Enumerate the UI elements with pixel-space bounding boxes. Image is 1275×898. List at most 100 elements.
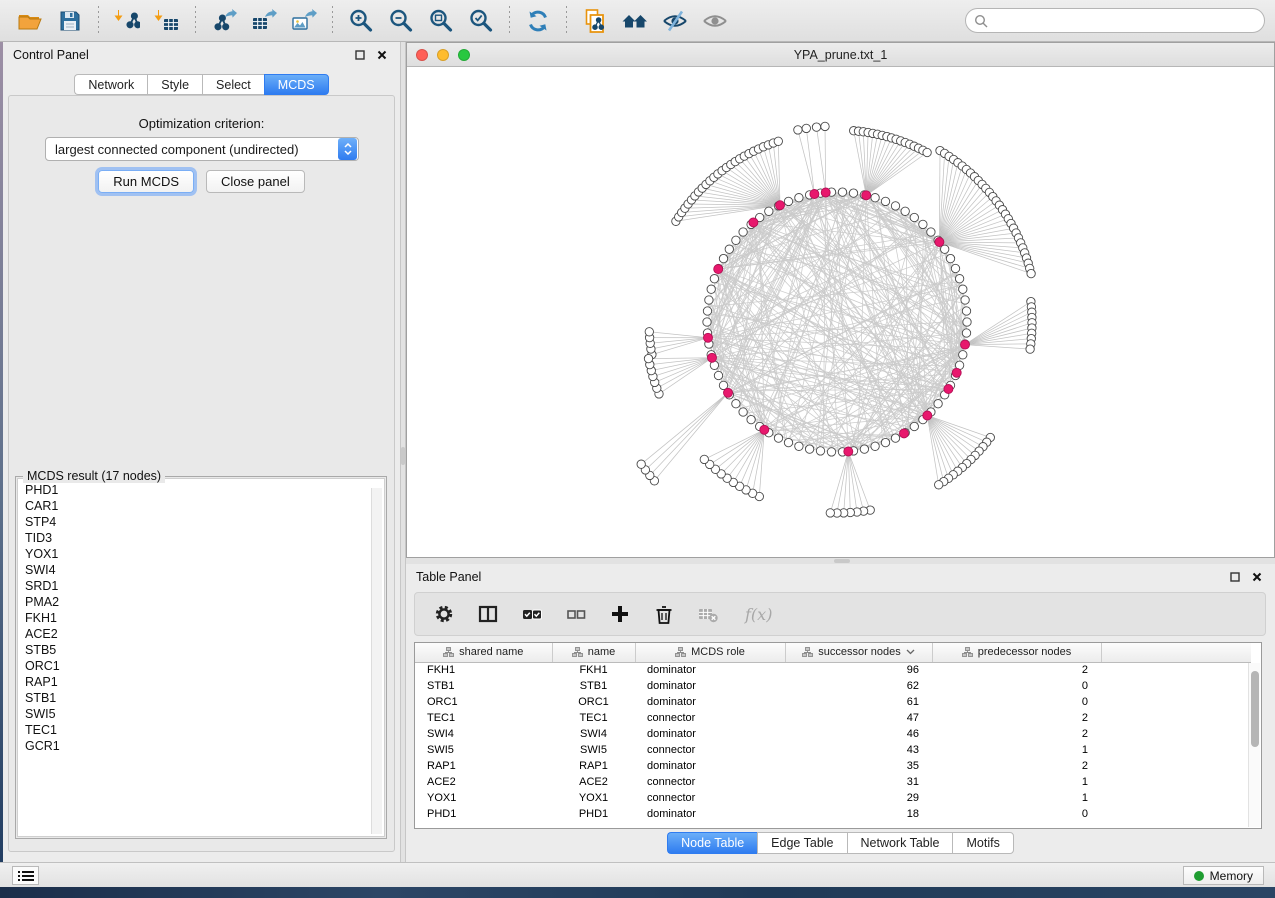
open-file-button[interactable]: [12, 5, 48, 37]
table-row[interactable]: ORC1ORC1dominator610: [415, 694, 1251, 710]
mcds-result-item[interactable]: FKH1: [25, 610, 384, 626]
table-cell[interactable]: ACE2: [415, 774, 552, 790]
table-row[interactable]: SWI5SWI5connector431: [415, 742, 1251, 758]
table-cell[interactable]: STB1: [415, 678, 552, 694]
mcds-result-item[interactable]: ORC1: [25, 658, 384, 674]
table-cell[interactable]: connector: [635, 710, 785, 726]
run-mcds-button[interactable]: Run MCDS: [98, 170, 194, 193]
table-cell[interactable]: 1: [932, 774, 1101, 790]
console-button[interactable]: [12, 866, 39, 885]
table-cell[interactable]: 35: [785, 758, 932, 774]
table-cell[interactable]: dominator: [635, 694, 785, 710]
mcds-result-item[interactable]: SWI5: [25, 706, 384, 722]
add-column-button[interactable]: [605, 599, 635, 629]
search-input[interactable]: [988, 14, 1256, 28]
close-icon[interactable]: [374, 47, 390, 63]
table-cell[interactable]: [1101, 694, 1251, 710]
table-scrollbar[interactable]: [1248, 663, 1260, 827]
table-cell[interactable]: STB1: [552, 678, 635, 694]
table-row[interactable]: ACE2ACE2connector311: [415, 774, 1251, 790]
table-cell[interactable]: [1101, 662, 1251, 678]
close-panel-button[interactable]: Close panel: [206, 170, 305, 193]
column-header-successor-nodes[interactable]: successor nodes: [785, 643, 932, 662]
deselect-all-button[interactable]: [561, 599, 591, 629]
mcds-result-item[interactable]: GCR1: [25, 738, 384, 754]
table-cell[interactable]: [1101, 806, 1251, 822]
table-cell[interactable]: dominator: [635, 758, 785, 774]
table-cell[interactable]: RAP1: [552, 758, 635, 774]
import-table-button[interactable]: [149, 5, 185, 37]
mcds-result-item[interactable]: SWI4: [25, 562, 384, 578]
mcds-result-item[interactable]: CAR1: [25, 498, 384, 514]
search-box[interactable]: [965, 8, 1265, 33]
table-cell[interactable]: ORC1: [415, 694, 552, 710]
table-cell[interactable]: dominator: [635, 678, 785, 694]
table-cell[interactable]: dominator: [635, 806, 785, 822]
mcds-result-item[interactable]: STB1: [25, 690, 384, 706]
table-cell[interactable]: ACE2: [552, 774, 635, 790]
tab-style[interactable]: Style: [147, 74, 202, 95]
zoom-fit-button[interactable]: [423, 5, 459, 37]
table-cell[interactable]: connector: [635, 790, 785, 806]
float-icon[interactable]: [1227, 569, 1243, 585]
table-cell[interactable]: [1101, 742, 1251, 758]
table-cell[interactable]: RAP1: [415, 758, 552, 774]
zoom-out-button[interactable]: [383, 5, 419, 37]
mcds-result-item[interactable]: PMA2: [25, 594, 384, 610]
table-cell[interactable]: [1101, 790, 1251, 806]
table-cell[interactable]: ORC1: [552, 694, 635, 710]
mcds-result-item[interactable]: RAP1: [25, 674, 384, 690]
mcds-result-item[interactable]: SRD1: [25, 578, 384, 594]
table-cell[interactable]: 0: [932, 806, 1101, 822]
tab-node-table[interactable]: Node Table: [667, 832, 757, 854]
table-cell[interactable]: PHD1: [552, 806, 635, 822]
tab-mcds[interactable]: MCDS: [264, 74, 329, 95]
memory-button[interactable]: Memory: [1183, 866, 1264, 885]
table-cell[interactable]: 18: [785, 806, 932, 822]
network-canvas[interactable]: [407, 67, 1274, 557]
table-cell[interactable]: YOX1: [415, 790, 552, 806]
tab-select[interactable]: Select: [202, 74, 264, 95]
mcds-result-item[interactable]: PHD1: [25, 482, 384, 498]
table-cell[interactable]: 0: [932, 678, 1101, 694]
table-cell[interactable]: connector: [635, 742, 785, 758]
mcds-result-item[interactable]: STB5: [25, 642, 384, 658]
table-row[interactable]: RAP1RAP1dominator352: [415, 758, 1251, 774]
table-row[interactable]: SWI4SWI4dominator462: [415, 726, 1251, 742]
column-header-predecessor-nodes[interactable]: predecessor nodes: [932, 643, 1101, 662]
table-settings-button[interactable]: [429, 599, 459, 629]
table-cell[interactable]: 47: [785, 710, 932, 726]
table-cell[interactable]: SWI5: [415, 742, 552, 758]
mcds-result-item[interactable]: ACE2: [25, 626, 384, 642]
table-cell[interactable]: 2: [932, 710, 1101, 726]
show-all-button[interactable]: [697, 5, 733, 37]
table-row[interactable]: FKH1FKH1dominator962: [415, 662, 1251, 678]
mcds-result-item[interactable]: TEC1: [25, 722, 384, 738]
show-columns-button[interactable]: [473, 599, 503, 629]
table-cell[interactable]: FKH1: [552, 662, 635, 678]
table-cell[interactable]: [1101, 774, 1251, 790]
table-cell[interactable]: dominator: [635, 662, 785, 678]
column-header-MCDS-role[interactable]: MCDS role: [635, 643, 785, 662]
table-row[interactable]: PHD1PHD1dominator180: [415, 806, 1251, 822]
tab-network[interactable]: Network: [74, 74, 147, 95]
table-row[interactable]: YOX1YOX1connector291: [415, 790, 1251, 806]
table-cell[interactable]: YOX1: [552, 790, 635, 806]
tab-motifs[interactable]: Motifs: [952, 832, 1013, 854]
mcds-result-item[interactable]: YOX1: [25, 546, 384, 562]
select-all-button[interactable]: [517, 599, 547, 629]
table-cell[interactable]: 1: [932, 742, 1101, 758]
table-cell[interactable]: 46: [785, 726, 932, 742]
table-cell[interactable]: 43: [785, 742, 932, 758]
mcds-list-scrollbar[interactable]: [371, 488, 382, 834]
table-cell[interactable]: 2: [932, 726, 1101, 742]
table-cell[interactable]: TEC1: [415, 710, 552, 726]
export-table-button[interactable]: [246, 5, 282, 37]
delete-column-button[interactable]: [649, 599, 679, 629]
table-cell[interactable]: dominator: [635, 726, 785, 742]
hide-selected-button[interactable]: [657, 5, 693, 37]
mcds-result-list[interactable]: PHD1CAR1STP4TID3YOX1SWI4SRD1PMA2FKH1ACE2…: [17, 478, 385, 837]
import-network-button[interactable]: [109, 5, 145, 37]
table-cell[interactable]: SWI4: [415, 726, 552, 742]
table-row[interactable]: TEC1TEC1connector472: [415, 710, 1251, 726]
